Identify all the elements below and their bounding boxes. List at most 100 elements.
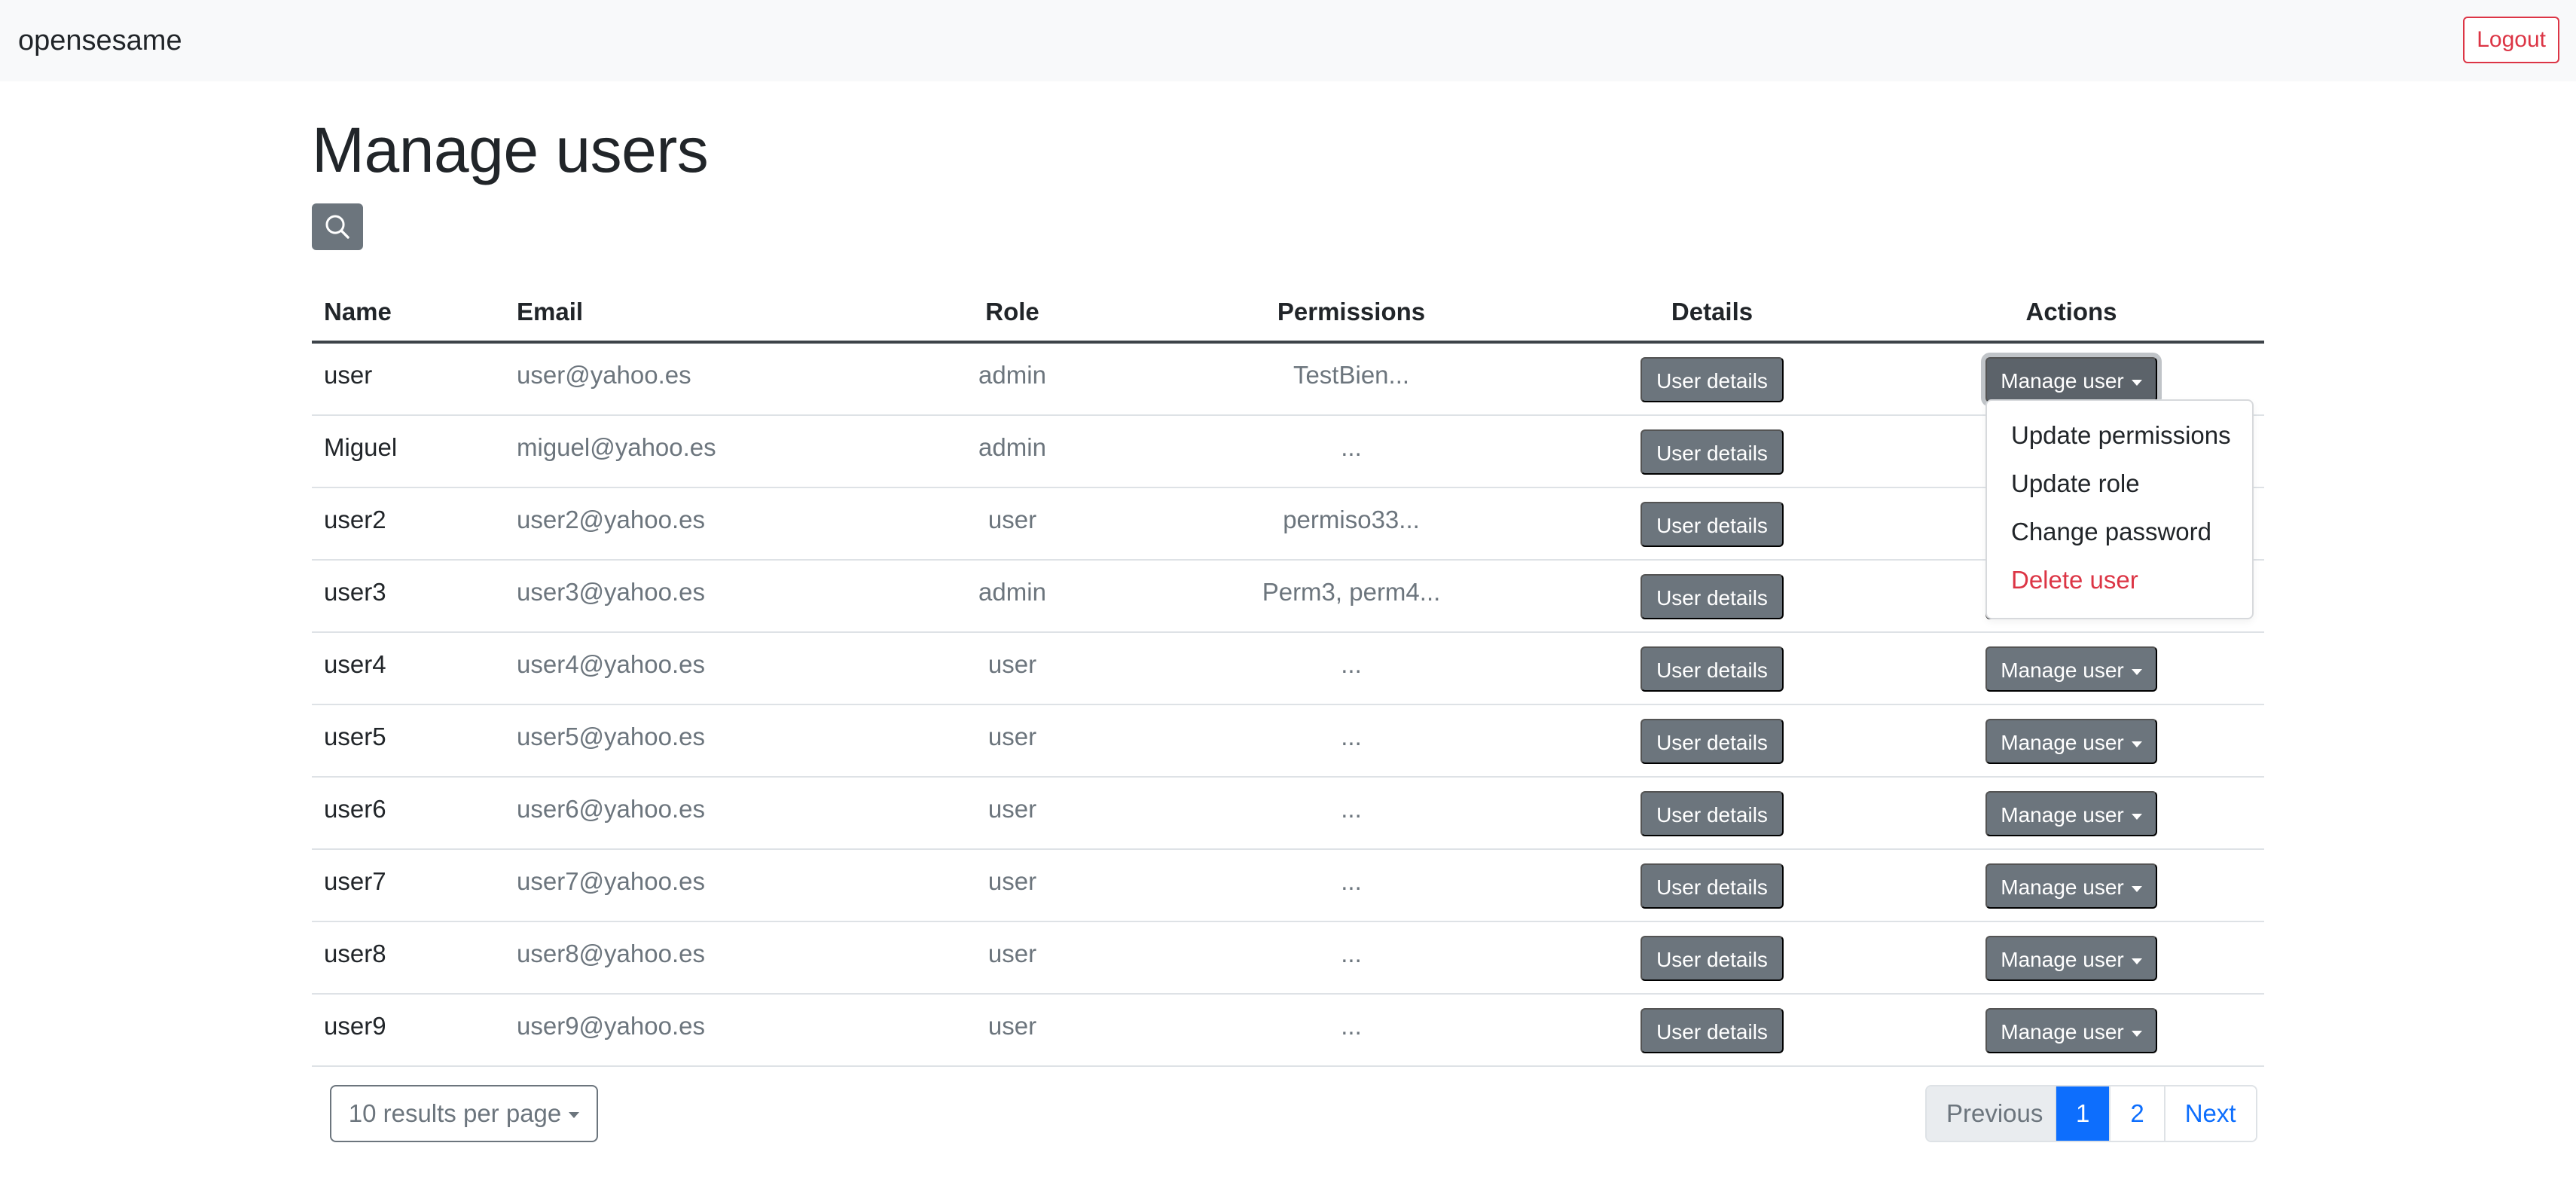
- page-title: Manage users: [312, 115, 709, 185]
- caret-down-icon: [2131, 958, 2142, 964]
- user-role: user: [987, 867, 1037, 895]
- user-name: user5: [324, 723, 386, 750]
- manage-user-button[interactable]: Manage user: [1985, 719, 2157, 764]
- user-role: user: [987, 940, 1037, 967]
- user-role: admin: [978, 361, 1046, 389]
- table-header: Name Email Role Permissions Details Acti…: [312, 279, 2264, 344]
- user-permissions: ...: [1341, 940, 1362, 967]
- user-name: user: [324, 361, 373, 389]
- table-row: user4 user4@yahoo.es user... User details Ma…: [312, 633, 2264, 705]
- user-name: Miguel: [324, 433, 398, 461]
- caret-down-icon: [2131, 813, 2142, 820]
- user-permissions: Perm3, perm4...: [1262, 578, 1441, 606]
- manage-user-label: Manage user: [2001, 659, 2124, 682]
- manage-user-button[interactable]: Manage user: [1985, 863, 2157, 909]
- header-details: Details: [1671, 298, 1753, 325]
- user-email: user2@yahoo.es: [517, 506, 705, 533]
- user-name: user9: [324, 1012, 386, 1040]
- results-per-page-dropdown[interactable]: 10 results per page: [330, 1085, 598, 1142]
- table-row: user3 user3@yahoo.es admin Perm3, perm4... U…: [312, 561, 2264, 633]
- delete-user-item[interactable]: Delete user: [1987, 556, 2252, 604]
- chevron-down-icon: [569, 1112, 580, 1119]
- header-role: Role: [985, 298, 1039, 325]
- user-details-button[interactable]: User details: [1641, 646, 1784, 692]
- user-role: user: [987, 795, 1037, 823]
- caret-down-icon: [2131, 379, 2142, 386]
- search-icon: [325, 215, 349, 239]
- user-details-button[interactable]: User details: [1641, 791, 1784, 836]
- update-permissions-item[interactable]: Update permissions: [1987, 411, 2252, 460]
- table-row: user2 user2@yahoo.es user permiso33... User …: [312, 488, 2264, 561]
- manage-user-button[interactable]: Manage user: [1985, 1008, 2157, 1053]
- results-per-page-label: 10 results per page: [348, 1099, 562, 1127]
- manage-user-label: Manage user: [2001, 803, 2124, 827]
- manage-user-button[interactable]: Manage user: [1985, 791, 2157, 836]
- pagination: Previous 1 2 Next: [1925, 1085, 2257, 1142]
- user-name: user2: [324, 506, 386, 533]
- caret-down-icon: [2131, 1030, 2142, 1037]
- user-email: user5@yahoo.es: [517, 723, 705, 750]
- table-row: Miguel miguel@yahoo.es admin... User detail…: [312, 416, 2264, 488]
- manage-user-label: Manage user: [2001, 1020, 2124, 1044]
- header-name: Name: [324, 298, 392, 325]
- user-details-button[interactable]: User details: [1641, 429, 1784, 475]
- user-permissions: ...: [1341, 723, 1362, 750]
- user-role: user: [987, 650, 1037, 678]
- user-permissions: ...: [1341, 1012, 1362, 1040]
- user-email: user4@yahoo.es: [517, 650, 705, 678]
- header-permissions: Permissions: [1277, 298, 1426, 325]
- user-details-button[interactable]: User details: [1641, 1008, 1784, 1053]
- user-permissions: ...: [1341, 795, 1362, 823]
- user-role: user: [987, 723, 1037, 750]
- manage-user-button[interactable]: Manage user: [1985, 646, 2157, 692]
- user-details-button[interactable]: User details: [1641, 502, 1784, 547]
- update-role-item[interactable]: Update role: [1987, 460, 2252, 508]
- user-role: admin: [978, 578, 1046, 606]
- user-details-button[interactable]: User details: [1641, 357, 1784, 402]
- user-email: user9@yahoo.es: [517, 1012, 705, 1040]
- user-permissions: TestBien...: [1293, 361, 1410, 389]
- user-role: user: [987, 1012, 1037, 1040]
- manage-user-label: Manage user: [2001, 876, 2124, 899]
- table-row: user user@yahoo.es admin TestBien... User de…: [312, 344, 2264, 416]
- pagination-previous[interactable]: Previous: [1927, 1086, 2056, 1141]
- pagination-next[interactable]: Next: [2165, 1086, 2256, 1141]
- user-name: user8: [324, 940, 386, 967]
- table-body: user user@yahoo.es admin TestBien... User de…: [312, 344, 2264, 1067]
- search-button[interactable]: [312, 203, 363, 250]
- caret-down-icon: [2131, 668, 2142, 675]
- user-email: user7@yahoo.es: [517, 867, 705, 895]
- change-password-item[interactable]: Change password: [1987, 508, 2252, 556]
- logout-button[interactable]: Logout: [2463, 17, 2559, 63]
- user-name: user6: [324, 795, 386, 823]
- users-table: Name Email Role Permissions Details Acti…: [312, 279, 2264, 1067]
- pagination-page-1[interactable]: 1: [2056, 1086, 2111, 1141]
- caret-down-icon: [2131, 885, 2142, 892]
- user-permissions: ...: [1341, 433, 1362, 461]
- user-name: user4: [324, 650, 386, 678]
- user-email: user@yahoo.es: [517, 361, 691, 389]
- pagination-page-2[interactable]: 2: [2111, 1086, 2165, 1141]
- user-details-button[interactable]: User details: [1641, 574, 1784, 619]
- header-actions: Actions: [2025, 298, 2117, 325]
- user-email: miguel@yahoo.es: [517, 433, 716, 461]
- manage-user-dropdown-menu: Update permissions Update role Change pa…: [1985, 399, 2254, 619]
- manage-user-label: Manage user: [2001, 731, 2124, 754]
- user-details-button[interactable]: User details: [1641, 863, 1784, 909]
- navbar: opensesame Logout: [0, 0, 2576, 81]
- table-row: user8 user8@yahoo.es user... User details Ma…: [312, 922, 2264, 995]
- user-details-button[interactable]: User details: [1641, 719, 1784, 764]
- manage-user-button[interactable]: Manage user: [1985, 936, 2157, 981]
- manage-user-label: Manage user: [2001, 369, 2124, 393]
- user-details-button[interactable]: User details: [1641, 936, 1784, 981]
- manage-user-button[interactable]: Manage user: [1985, 357, 2157, 402]
- user-role: user: [987, 506, 1037, 533]
- table-row: user5 user5@yahoo.es user... User details Ma…: [312, 705, 2264, 778]
- user-role: admin: [978, 433, 1046, 461]
- user-permissions: permiso33...: [1283, 506, 1420, 533]
- user-permissions: ...: [1341, 867, 1362, 895]
- caret-down-icon: [2131, 741, 2142, 747]
- manage-user-label: Manage user: [2001, 948, 2124, 971]
- user-email: user3@yahoo.es: [517, 578, 705, 606]
- brand-link[interactable]: opensesame: [18, 23, 182, 59]
